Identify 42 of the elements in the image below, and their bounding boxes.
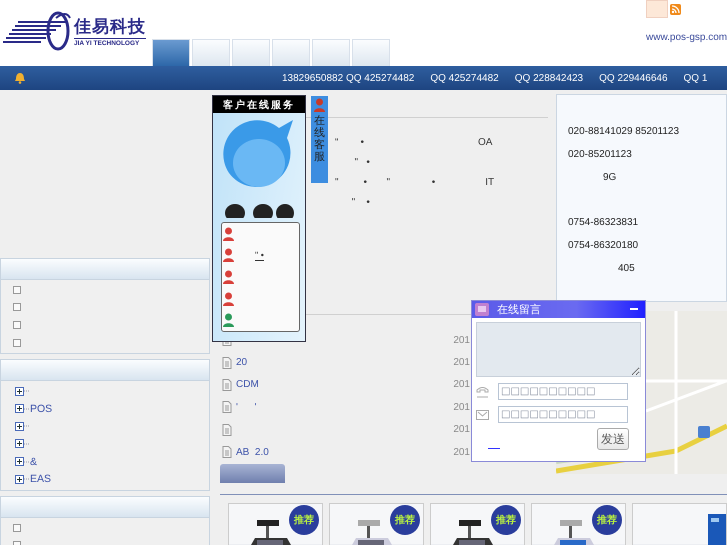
service-title: 客户在线服务 (213, 96, 305, 113)
news-date: 201 (453, 334, 470, 346)
phone-number: 020-88141029 85201123 (568, 125, 680, 139)
website-link[interactable]: www.pos-gsp.com (646, 32, 727, 43)
intro-text: “ • OA (335, 136, 494, 150)
news-link[interactable]: AB 2.0 (236, 446, 269, 458)
phone-number: 0754-86320180 (568, 239, 640, 253)
ticker-text: QQ 1 (684, 72, 708, 84)
address-text: 9G (602, 171, 618, 185)
product-card[interactable]: 推荐 (531, 503, 626, 545)
intro-text: " • " • IT (335, 176, 496, 190)
send-button[interactable]: 发送 (597, 428, 629, 450)
product-card[interactable]: 推荐 (430, 503, 525, 545)
intro-text: " • (350, 196, 371, 210)
input-field[interactable]: □□□□□□□□□□ (498, 406, 628, 423)
logo-text: 佳易科技 (74, 16, 146, 38)
ticker-text: QQ 425274482 (430, 72, 499, 84)
service-tab-label: 在线客服 (314, 115, 325, 164)
input-field[interactable]: □□□□□□□□□□ (498, 383, 628, 400)
category-link[interactable]: POS (30, 402, 52, 415)
news-date: 201 (453, 424, 470, 436)
ticker-text: 13829650882 QQ 425274482 (282, 72, 414, 84)
news-date: 201 (453, 402, 470, 413)
contact-text: " • (255, 250, 264, 261)
intro-text: " • (353, 156, 371, 170)
news-link[interactable]: ' ' (236, 402, 256, 413)
category-link[interactable]: & (30, 456, 38, 468)
service-tab[interactable]: 在线客服 (311, 96, 328, 183)
ticker-text: QQ 229446646 (599, 72, 668, 84)
news-date: 201 (453, 357, 470, 368)
ticker-text: QQ 228842423 (514, 72, 584, 84)
address-text: 405 (617, 262, 636, 276)
news-date: 201 (453, 446, 470, 458)
phone-number: 020-85201123 (568, 148, 633, 162)
phone-number: 0754-86323831 (568, 216, 640, 230)
message-title: 在线留言 (497, 302, 541, 317)
news-link[interactable]: 20 (236, 357, 248, 368)
news-link[interactable]: CDM (236, 379, 259, 390)
news-date: 201 (453, 379, 470, 390)
category-link[interactable]: EAS (30, 473, 52, 486)
product-card[interactable]: 推荐 (329, 503, 424, 545)
product-card[interactable]: 推荐 (228, 503, 323, 545)
